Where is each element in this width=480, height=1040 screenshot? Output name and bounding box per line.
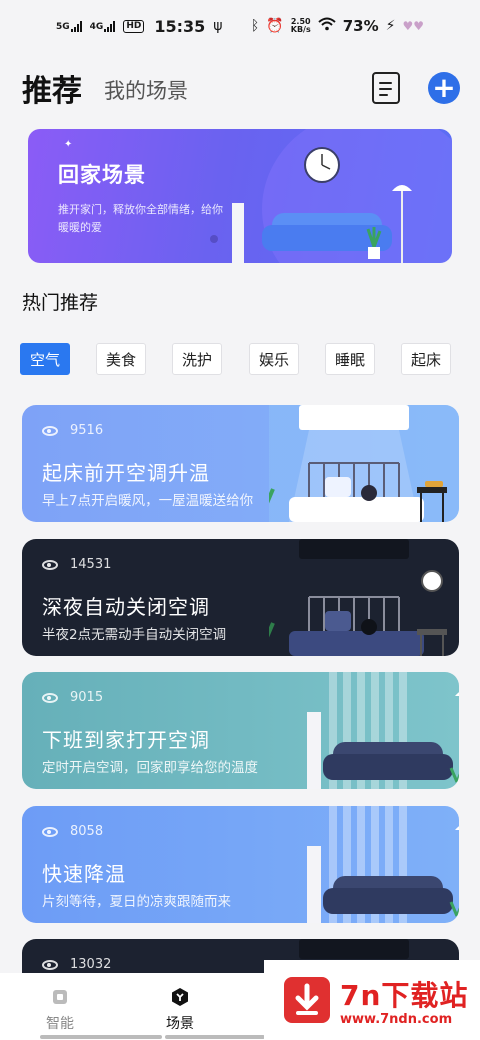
bedroom-warm-illustration — [269, 405, 459, 522]
signal-5g-indicator: 5G — [56, 20, 82, 32]
nav-scene-label: 场景 — [166, 1016, 194, 1032]
heart-icon: ♥♥ — [402, 19, 424, 33]
add-scene-button[interactable]: + — [428, 72, 460, 104]
home-indicator-segment — [165, 1035, 265, 1039]
eye-icon — [42, 692, 58, 703]
document-icon[interactable] — [372, 72, 400, 104]
card-title: 下班到家打开空调 — [42, 728, 210, 752]
scene-card[interactable]: 9516 起床前开空调升温 早上7点开启暖风，一屋温暖送给你 — [22, 405, 459, 522]
tab-my-scenes[interactable]: 我的场景 — [104, 75, 188, 105]
hot-recommend-title: 热门推荐 — [22, 292, 99, 314]
eye-icon — [42, 559, 58, 570]
chip-air[interactable]: 空气 — [20, 343, 70, 375]
sparkle-icon: ✦ — [64, 139, 73, 150]
chip-entertainment[interactable]: 娱乐 — [249, 343, 299, 375]
wifi-icon — [318, 17, 336, 35]
card-title: 起床前开空调升温 — [42, 461, 210, 485]
home-scene-banner[interactable]: ✦ 回家场景 推开家门，释放你全部情绪，给你暖暖的爱 — [28, 129, 452, 263]
net-speed: 2.50 KB/s — [290, 17, 311, 34]
status-time: 15:35 — [154, 16, 206, 36]
chip-wake-up[interactable]: 起床 — [401, 343, 451, 375]
view-count: 9516 — [42, 423, 103, 438]
card-subtitle: 半夜2点无需动手自动关闭空调 — [42, 627, 227, 643]
download-logo-icon — [284, 977, 330, 1023]
scene-icon — [170, 987, 190, 1007]
category-chips: 空气 美食 洗护 娱乐 睡眠 起床 — [20, 343, 480, 377]
card-subtitle: 定时开启空调，回家即享给您的温度 — [42, 760, 258, 776]
nav-smart[interactable]: 智能 — [30, 987, 90, 1033]
view-count: 8058 — [42, 824, 103, 839]
watermark: 7n下载站 www.7ndn.com — [264, 960, 480, 1040]
tab-recommend[interactable]: 推荐 — [22, 66, 82, 110]
living-room-illustration — [307, 672, 459, 789]
scene-recommend-screen: 5G 4G HD 15:35 ψ ᛒ ⏰ 2.50KB/s 73% ⚡ ♥♥ — [0, 0, 480, 1040]
eye-icon — [42, 959, 58, 970]
banner-title: 回家场景 — [58, 163, 146, 187]
chip-wash[interactable]: 洗护 — [172, 343, 222, 375]
signal-4g-indicator: 4G — [90, 20, 116, 32]
card-title: 深夜自动关闭空调 — [42, 595, 210, 619]
status-bar: 5G 4G HD 15:35 ψ ᛒ ⏰ 2.50 KB/s 73% ⚡ ♥♥ — [0, 0, 480, 52]
view-count: 14531 — [42, 557, 111, 572]
scene-card[interactable]: 8058 快速降温 片刻等待，夏日的凉爽跟随而来 — [22, 806, 459, 923]
home-indicator — [40, 1035, 162, 1039]
smart-device-icon — [50, 987, 70, 1007]
scene-card[interactable]: 9015 下班到家打开空调 定时开启空调，回家即享给您的温度 — [22, 672, 459, 789]
charging-icon: ⚡ — [385, 18, 396, 34]
card-title: 快速降温 — [42, 862, 126, 886]
header: 推荐 我的场景 + — [22, 64, 460, 112]
watermark-title: 7n下载站 — [340, 979, 469, 1012]
nav-scene[interactable]: 场景 — [150, 987, 210, 1033]
scene-card[interactable]: 14531 深夜自动关闭空调 半夜2点无需动手自动关闭空调 — [22, 539, 459, 656]
chip-sleep[interactable]: 睡眠 — [325, 343, 375, 375]
alarm-icon: ⏰ — [266, 18, 284, 34]
view-count: 9015 — [42, 690, 103, 705]
living-room-cool-illustration — [307, 806, 459, 923]
watermark-url: www.7ndn.com — [340, 1012, 453, 1027]
hd-voice-icon: HD — [123, 19, 145, 33]
bedroom-night-illustration — [269, 539, 447, 656]
battery-percent: 73% — [342, 17, 379, 35]
view-count: 13032 — [42, 957, 111, 972]
card-subtitle: 片刻等待，夏日的凉爽跟随而来 — [42, 894, 231, 910]
bluetooth-icon: ᛒ — [250, 18, 260, 34]
usb-icon: ψ — [213, 18, 223, 34]
living-room-illustration — [210, 147, 412, 263]
card-subtitle: 早上7点开启暖风，一屋温暖送给你 — [42, 493, 254, 509]
eye-icon — [42, 425, 58, 436]
eye-icon — [42, 826, 58, 837]
nav-smart-label: 智能 — [46, 1016, 74, 1032]
chip-food[interactable]: 美食 — [96, 343, 146, 375]
